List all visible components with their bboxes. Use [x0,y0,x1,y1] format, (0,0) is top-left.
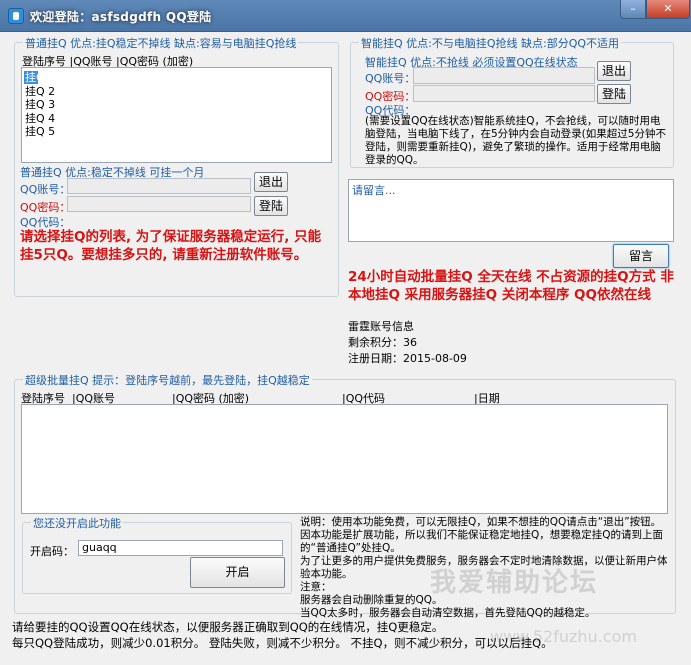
smart-logout-button[interactable]: 退出 [597,61,631,81]
smart-description: (需要设置QQ在线状态)智能系统挂Q，不会抢线，可以随时用电脑登陆，当电脑下线了… [365,115,666,166]
unlock-code-input[interactable]: guaqq [78,540,283,556]
qq-account-field[interactable] [67,178,251,194]
qq-account-label: QQ账号： [20,183,71,196]
window-title: 欢迎登陆：asfsdgdfh QQ登陆 [30,10,212,24]
qq-password-field[interactable] [67,196,251,212]
unlock-button[interactable]: 开启 [190,557,285,588]
slot-item[interactable]: 挂Q 3 [25,98,55,112]
watermark-logo-text: 我爱辅助论坛 [430,568,599,598]
slot-item[interactable]: 挂Q 1 [25,71,55,85]
minimize-button[interactable]: – [620,0,646,19]
normal-hang-legend: 普通挂Q 优点:挂Q稳定不掉线 缺点:容易与电脑挂Q抢线 [23,35,299,51]
points-row: 剩余积分：36 [348,334,417,350]
app-icon [8,8,24,24]
points-value: 36 [403,336,417,349]
reg-date-value: 2015-08-09 [403,352,467,365]
slot-item[interactable]: 挂Q 5 [25,125,55,139]
submit-message-button[interactable]: 留言 [613,244,669,268]
batch-list[interactable] [21,404,668,514]
unlock-code-label: 开启码： [30,545,74,558]
reg-date-row: 注册日期：2015-08-09 [348,350,467,366]
footer-line2: 每只QQ登陆成功，则减少0.01积分。 登陆失败，则减不少积分。 不挂Q，则不减… [12,636,553,650]
unlock-legend: 您还没开启此功能 [31,515,123,531]
account-info-heading: 雷霆账号信息 [348,320,414,333]
reg-date-label: 注册日期： [348,352,403,365]
slot-list[interactable]: 挂Q 1 挂Q 2 挂Q 3 挂Q 4 挂Q 5 [21,67,332,163]
smart-qq-account-label: QQ账号： [365,72,416,85]
smart-hang-legend: 智能挂Q 优点:不与电脑挂Q抢线 缺点:部分QQ不适用 [359,35,622,51]
batch-hang-legend: 超级批量挂Q 提示：登陆序号越前，最先登陆，挂Q越稳定 [23,372,312,388]
slot-item[interactable]: 挂Q 2 [25,85,55,99]
login-button[interactable]: 登陆 [254,196,288,216]
points-label: 剩余积分： [348,336,403,349]
promo-text: 24小时自动批量挂Q 全天在线 不占资源的挂Q方式 非本地挂Q 采用服务器挂Q … [348,269,674,303]
smart-qq-account-field[interactable] [413,67,595,84]
message-input[interactable]: 请留言... [348,179,674,242]
slot-limit-warning: 请选择挂Q的列表, 为了保证服务器稳定运行, 只能挂5只Q。要想挂多只的, 请重… [20,229,322,263]
smart-qq-password-field[interactable] [413,85,595,102]
close-button[interactable]: ✕ [646,0,690,19]
instructions-p1: 说明：使用本功能免费，可以无限挂Q，如果不想挂的QQ请点击“退出”按钮。因本功能… [300,516,664,554]
qq-password-label: QQ密码： [20,201,71,214]
smart-login-button[interactable]: 登陆 [597,84,631,104]
logout-button[interactable]: 退出 [254,172,288,192]
slot-item[interactable]: 挂Q 4 [25,112,55,126]
footer-line1: 请给要挂的QQ设置QQ在线状态，以便服务器正确取到QQ的在线情况，挂Q更稳定。 [12,620,444,634]
title-bar: 欢迎登陆：asfsdgdfh QQ登陆 – ✕ [0,0,691,32]
